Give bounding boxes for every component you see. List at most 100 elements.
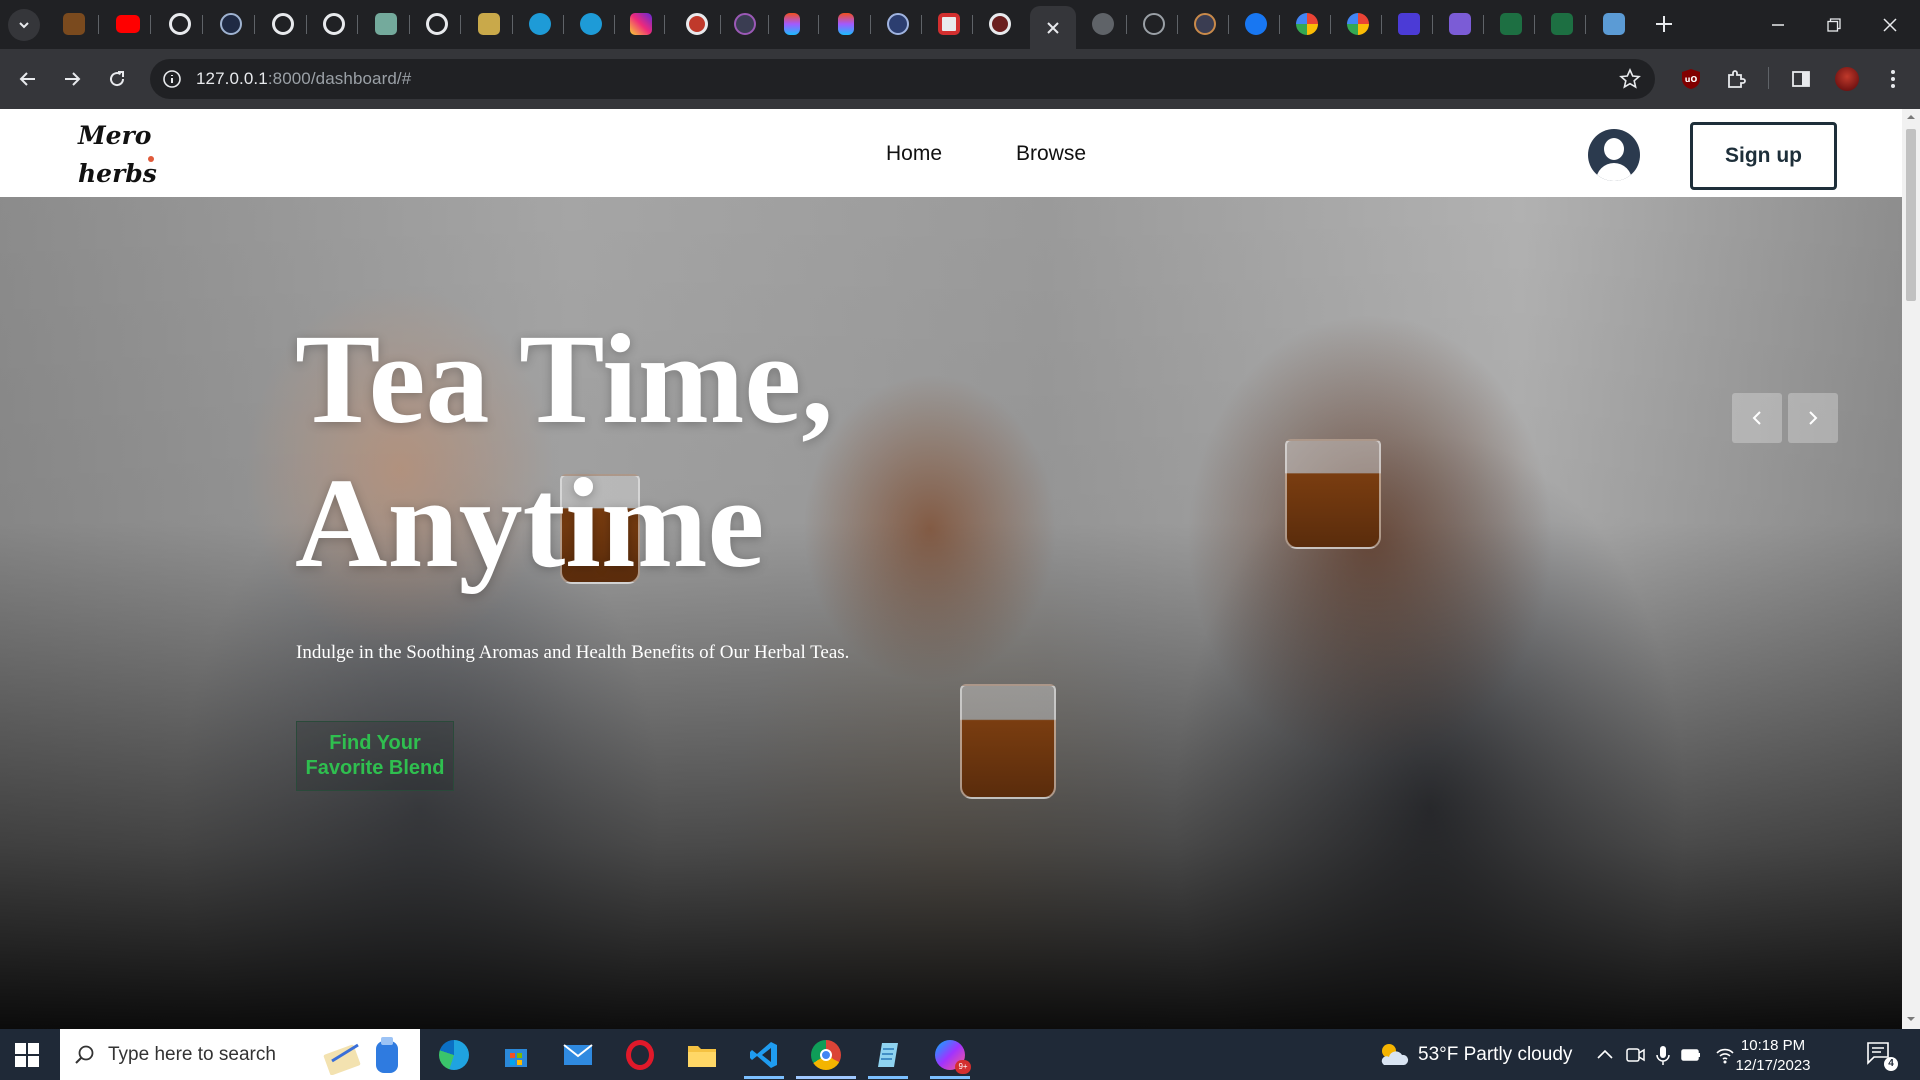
blue-app-icon[interactable] (1398, 13, 1420, 35)
e-icon[interactable] (887, 13, 909, 35)
taskbar-clock[interactable]: 10:18 PM 12/17/2023 (1728, 1036, 1818, 1076)
m-icon[interactable] (1143, 13, 1165, 35)
taskbar-search-box[interactable]: Type here to search (60, 1029, 420, 1080)
taskbar-mail-button[interactable] (560, 1037, 596, 1073)
site-logo[interactable]: Mero herbs (78, 117, 168, 193)
canva-icon[interactable] (529, 13, 551, 35)
site-info-icon[interactable] (162, 69, 182, 89)
tab-favicon-brown-app[interactable] (63, 13, 85, 35)
notification-center-button[interactable]: 4 (1866, 1041, 1898, 1071)
instagram-icon[interactable] (630, 13, 652, 35)
weather-text[interactable]: 53°F Partly cloudy (1418, 1044, 1572, 1066)
cta-line-2: Favorite Blend (305, 757, 445, 779)
chevron-up-icon[interactable] (1594, 1044, 1616, 1066)
file-explorer-icon (688, 1046, 716, 1067)
openai-icon[interactable] (272, 13, 294, 35)
facebook-icon[interactable] (1245, 13, 1267, 35)
excel-icon[interactable] (1551, 13, 1573, 35)
purple-app-icon[interactable] (1449, 13, 1471, 35)
scroll-down-icon[interactable] (1907, 1015, 1915, 1023)
dark-circle-icon[interactable] (220, 13, 242, 35)
taskbar-notepad-button[interactable] (870, 1037, 906, 1073)
canva-icon[interactable] (580, 13, 602, 35)
windows-start-icon[interactable] (14, 1042, 40, 1068)
partly-cloudy-icon[interactable] (1376, 1041, 1410, 1069)
close-window-button[interactable] (1877, 12, 1903, 38)
excel-icon[interactable] (1500, 13, 1522, 35)
profile-avatar-icon (1835, 67, 1859, 91)
tab-separator (1177, 15, 1178, 34)
notification-count: 4 (1884, 1057, 1898, 1071)
signup-button[interactable]: Sign up (1690, 122, 1837, 190)
opera-icon (626, 1040, 654, 1070)
taskbar-edge-button[interactable] (436, 1037, 472, 1073)
google-icon[interactable] (1347, 13, 1369, 35)
google-icon[interactable] (1296, 13, 1318, 35)
battery-icon[interactable] (1680, 1044, 1702, 1066)
side-panel-button[interactable] (1788, 66, 1814, 92)
carousel-next-button[interactable] (1788, 393, 1838, 443)
openai-icon[interactable] (169, 13, 191, 35)
url-host: 127.0.0.1 (196, 69, 268, 88)
arrow-left-icon (19, 72, 35, 86)
page-scrollbar[interactable] (1902, 109, 1920, 1029)
url-text[interactable]: 127.0.0.1:8000/dashboard/# (196, 69, 411, 89)
dark-app-icon[interactable] (1194, 13, 1216, 35)
tab-separator (972, 15, 973, 34)
browser-tab-strip (0, 0, 1920, 49)
red-square-icon[interactable] (938, 13, 960, 35)
bookmark-star-icon[interactable] (1619, 68, 1641, 90)
taskbar-chrome-button[interactable] (808, 1037, 844, 1073)
blue-book-icon[interactable] (1603, 13, 1625, 35)
profile-button[interactable] (1834, 66, 1860, 92)
search-icon (75, 1045, 94, 1064)
carousel-prev-button[interactable] (1732, 393, 1782, 443)
puzzle-icon (1728, 70, 1746, 88)
new-tab-icon[interactable] (1652, 12, 1676, 36)
close-tab-icon[interactable] (1046, 21, 1060, 35)
extensions-button[interactable] (1723, 66, 1749, 92)
ublock-icon: uO (1682, 69, 1700, 89)
youtube-icon[interactable] (116, 15, 140, 33)
taskbar-vscode-button[interactable] (746, 1037, 782, 1073)
microphone-icon[interactable] (1652, 1044, 1674, 1066)
dark-app-icon[interactable] (734, 13, 756, 35)
globe-icon[interactable] (1092, 13, 1114, 35)
gold-app-icon[interactable] (478, 13, 500, 35)
scroll-up-icon[interactable] (1907, 113, 1915, 121)
site-header: Mero herbs Home Browse Sign up (0, 109, 1902, 197)
reload-button[interactable] (103, 65, 131, 93)
taskbar-messenger-button[interactable]: 9+ (932, 1037, 971, 1074)
minimize-window-button[interactable] (1765, 12, 1791, 38)
mail-icon (563, 1044, 593, 1065)
forward-button[interactable] (58, 65, 86, 93)
figma-icon[interactable] (784, 13, 800, 35)
openai-icon[interactable] (989, 13, 1011, 35)
figma-icon[interactable] (838, 13, 854, 35)
find-blend-button[interactable]: Find Your Favorite Blend (296, 721, 454, 791)
browser-menu-button[interactable] (1880, 66, 1906, 92)
scrollbar-thumb[interactable] (1906, 129, 1916, 301)
user-avatar[interactable] (1588, 129, 1640, 181)
tab-separator (614, 15, 615, 34)
ublock-extension-button[interactable]: uO (1678, 66, 1704, 92)
address-bar[interactable]: 127.0.0.1:8000/dashboard/# (150, 59, 1655, 99)
active-tab[interactable] (1030, 6, 1076, 49)
openai-icon[interactable] (426, 13, 448, 35)
openai-green-icon[interactable] (375, 13, 397, 35)
taskbar-store-button[interactable] (498, 1037, 534, 1073)
camera-icon[interactable] (1624, 1044, 1646, 1066)
tab-search-button[interactable] (8, 9, 40, 41)
nav-home-link[interactable]: Home (886, 142, 942, 166)
nav-browse-link[interactable]: Browse (1016, 142, 1086, 166)
back-button[interactable] (14, 65, 42, 93)
tab-separator (409, 15, 410, 34)
taskbar-opera-button[interactable] (622, 1037, 658, 1073)
arrow-right-icon (65, 72, 81, 86)
record-icon[interactable] (686, 13, 708, 35)
taskbar-file-explorer-button[interactable] (684, 1037, 720, 1073)
restore-window-button[interactable] (1821, 12, 1847, 38)
vscode-active-indicator (744, 1076, 784, 1079)
openai-icon[interactable] (323, 13, 345, 35)
tab-separator (98, 15, 99, 34)
